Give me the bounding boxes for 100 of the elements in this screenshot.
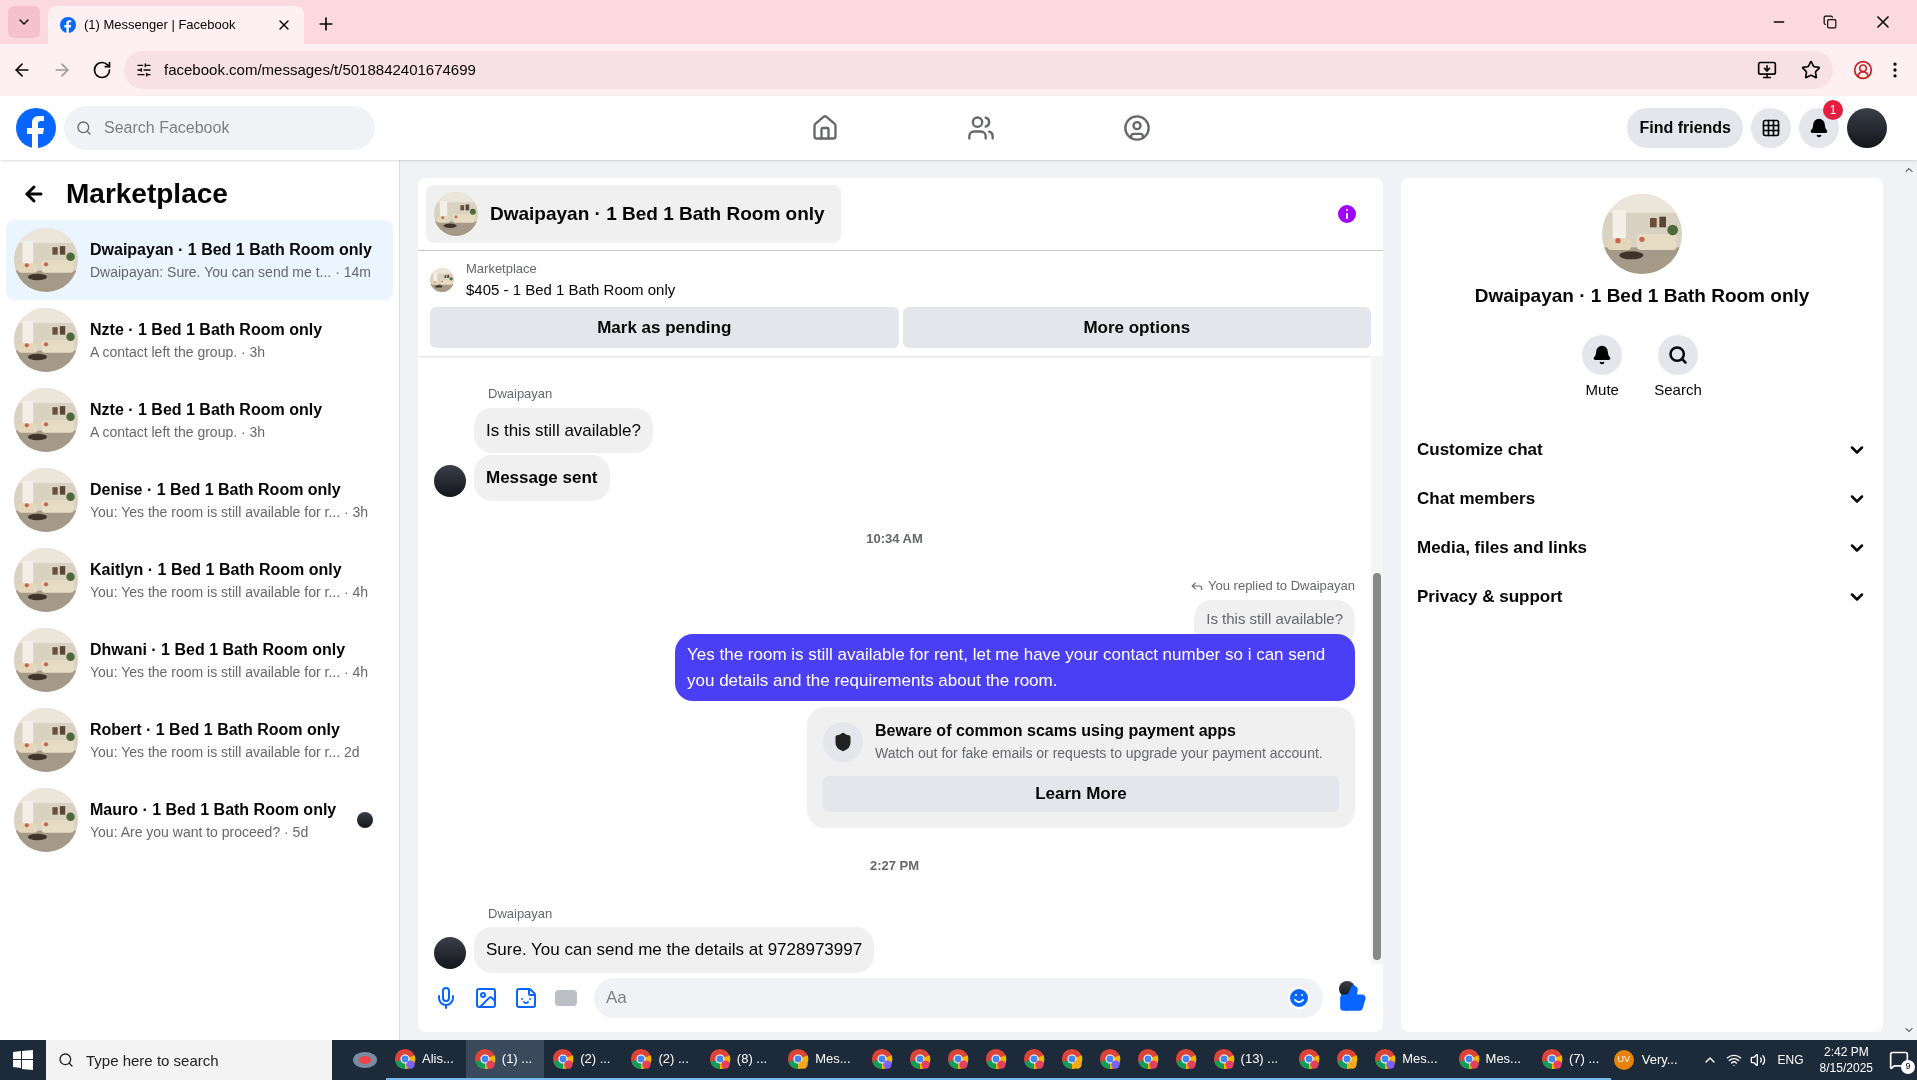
weather-text[interactable]: Very... (1641, 1050, 1678, 1070)
browser-icon (1298, 1048, 1321, 1070)
conversation-title: Dhwani · 1 Bed 1 Bath Room only (90, 639, 347, 660)
browser-icon (1022, 1048, 1045, 1070)
listing-label: Marketplace (466, 260, 538, 278)
taskbar-app[interactable]: (13) ... (1204, 1040, 1291, 1080)
sender-name: Dwaipayan (488, 904, 554, 923)
network-icon[interactable] (1725, 1052, 1742, 1068)
restore-icon[interactable] (1823, 15, 1837, 29)
conversation-title: Dwaipayan · 1 Bed 1 Bath Room only (90, 239, 373, 260)
browser-icon (630, 1048, 653, 1070)
avatar (357, 812, 373, 828)
conversation-item[interactable]: Nzte · 1 Bed 1 Bath Room only A contact left the group. · 3h (6, 380, 393, 460)
bell-icon (1592, 344, 1613, 365)
browser-icon (787, 1048, 810, 1070)
browser-icon (1060, 1048, 1083, 1070)
message-bubble: Is this still available? (474, 407, 653, 453)
browser-icon (1457, 1048, 1480, 1070)
browser-icon (946, 1048, 969, 1070)
facebook-logo[interactable] (16, 108, 56, 148)
conversation-title: Denise · 1 Bed 1 Bath Room only (90, 479, 342, 500)
learn-more-button[interactable]: Learn More (823, 776, 1339, 812)
conversation-item[interactable]: Kaitlyn · 1 Bed 1 Bath Room only You: Yes the room is still available for r... · 4h (6, 540, 393, 620)
conversation-preview: You: Yes the room is still available for r... · 4h (90, 662, 370, 682)
app-icon[interactable] (352, 1049, 378, 1071)
find-friends-button[interactable]: Find friends (1627, 108, 1743, 148)
url-text: facebook.com/messages/t/5018842401674699 (164, 59, 477, 80)
taskbar-app[interactable]: Mes... (1366, 1040, 1450, 1080)
notification-count: 9 (1901, 1060, 1915, 1074)
notifications-icon[interactable] (1889, 1050, 1909, 1070)
profile-icon[interactable] (1853, 60, 1873, 80)
sticker-icon[interactable] (514, 986, 538, 1010)
reload-icon[interactable] (92, 60, 112, 80)
avatar (1847, 108, 1887, 148)
taskbar-app[interactable]: (2) ... (622, 1040, 701, 1080)
sidebar-title: Marketplace (66, 177, 228, 211)
home-icon[interactable] (811, 114, 840, 142)
message-bubble: Sure. You can send me the details at 9728973997 (474, 927, 875, 973)
address-bar[interactable]: facebook.com/messages/t/5018842401674699 (124, 51, 1833, 89)
conversation-preview: You: Are you want to proceed? · 5d (90, 822, 310, 842)
taskbar-app[interactable]: (7) ... (1532, 1040, 1612, 1080)
search-field[interactable]: Search Facebook (64, 106, 375, 150)
tab-list-button[interactable] (8, 6, 40, 38)
browser-icon (1336, 1048, 1359, 1070)
menu-button[interactable] (1751, 108, 1791, 148)
conversation-item[interactable]: Mauro · 1 Bed 1 Bath Room only You: Are you want to proceed? · 5d (6, 780, 393, 860)
message-bubble: Yes the room is still available for rent, let me have your contact number so i can send you details and the requirements about the room. (675, 634, 1355, 701)
browser-icon (1098, 1048, 1121, 1070)
details-section[interactable]: Customize chat (1417, 425, 1867, 474)
conversation-item[interactable]: Dwaipayan · 1 Bed 1 Bath Room only Dwaipayan: Sure. You can send me t... · 14m (6, 220, 393, 300)
uv-badge: UV (1613, 1050, 1634, 1070)
info-icon[interactable] (1335, 202, 1359, 226)
taskbar-app[interactable]: (8) ... (700, 1040, 780, 1080)
conversation-item[interactable]: Dhwani · 1 Bed 1 Bath Room only You: Yes the room is still available for r... · 4h (6, 620, 393, 700)
bookmark-icon[interactable] (1801, 60, 1821, 80)
taskbar-app[interactable]: (2) ... (544, 1040, 623, 1080)
timestamp: 10:34 AM (866, 529, 923, 548)
conversation-preview: You: Yes the room is still available for r... · 3h (90, 502, 370, 522)
warning-title: Beware of common scams using payment apps (875, 721, 1237, 741)
groups-icon[interactable] (1123, 114, 1152, 142)
taskbar-app[interactable]: Mes... (1449, 1040, 1533, 1080)
taskbar-search-field[interactable]: Type here to search (46, 1040, 332, 1080)
clock-date: 8/15/2025 (1819, 1060, 1873, 1076)
listing-price: $405 - 1 Bed 1 Bath Room only (466, 279, 676, 300)
sender-name: Dwaipayan (488, 385, 554, 403)
details-section[interactable]: Chat members (1417, 474, 1867, 523)
conversation-item[interactable]: Nzte · 1 Bed 1 Bath Room only A contact left the group. · 3h (6, 300, 393, 380)
volume-icon[interactable] (1749, 1052, 1766, 1068)
browser-icon (473, 1048, 496, 1070)
search-icon (76, 120, 92, 136)
install-icon[interactable] (1757, 60, 1777, 80)
conversation-preview: You: Yes the room is still available for r... 2d (90, 742, 361, 762)
message-field[interactable]: Aa (594, 978, 1323, 1018)
reply-label: You replied to Dwaipayan (1208, 577, 1355, 595)
taskbar-app[interactable]: (1) ... (465, 1040, 545, 1080)
search-icon (58, 1052, 74, 1068)
taskbar-app[interactable]: Mes... (779, 1040, 863, 1080)
site-settings-icon[interactable] (136, 62, 152, 78)
image-icon[interactable] (474, 986, 498, 1010)
conversation-preview: Dwaipayan: Sure. You can send me t... · 14m (90, 262, 372, 282)
details-section[interactable]: Privacy & support (1417, 572, 1867, 621)
like-icon[interactable] (1339, 984, 1367, 1012)
chat-title: Dwaipayan · 1 Bed 1 Bath Room only (490, 201, 826, 226)
conversation-title: Nzte · 1 Bed 1 Bath Room only (90, 319, 324, 340)
conversation-title: Mauro · 1 Bed 1 Bath Room only (90, 799, 338, 820)
browser-tab[interactable]: (1) Messenger | Facebook (48, 6, 304, 44)
browser-icon (870, 1048, 893, 1070)
shield-icon (823, 721, 863, 762)
taskbar-app[interactable]: Alis... (386, 1040, 466, 1080)
chat-title-button[interactable]: Dwaipayan · 1 Bed 1 Bath Room only (426, 185, 841, 243)
conversation-item[interactable]: Denise · 1 Bed 1 Bath Room only You: Yes the room is still available for r... · 3h (6, 460, 393, 540)
message-bubble: Message sent (474, 455, 610, 501)
conversation-item[interactable]: Robert · 1 Bed 1 Bath Room only You: Yes the room is still available for r... 2d (6, 700, 393, 780)
browser-icon (1374, 1048, 1397, 1070)
language-indicator[interactable]: ENG (1777, 1051, 1804, 1069)
listing-action-button[interactable]: More options (902, 307, 1371, 348)
details-section[interactable]: Media, files and links (1417, 523, 1867, 572)
tab-title: (1) Messenger | Facebook (84, 16, 237, 35)
listing-action-button[interactable]: Mark as pending (430, 307, 899, 348)
friends-icon[interactable] (967, 114, 996, 142)
